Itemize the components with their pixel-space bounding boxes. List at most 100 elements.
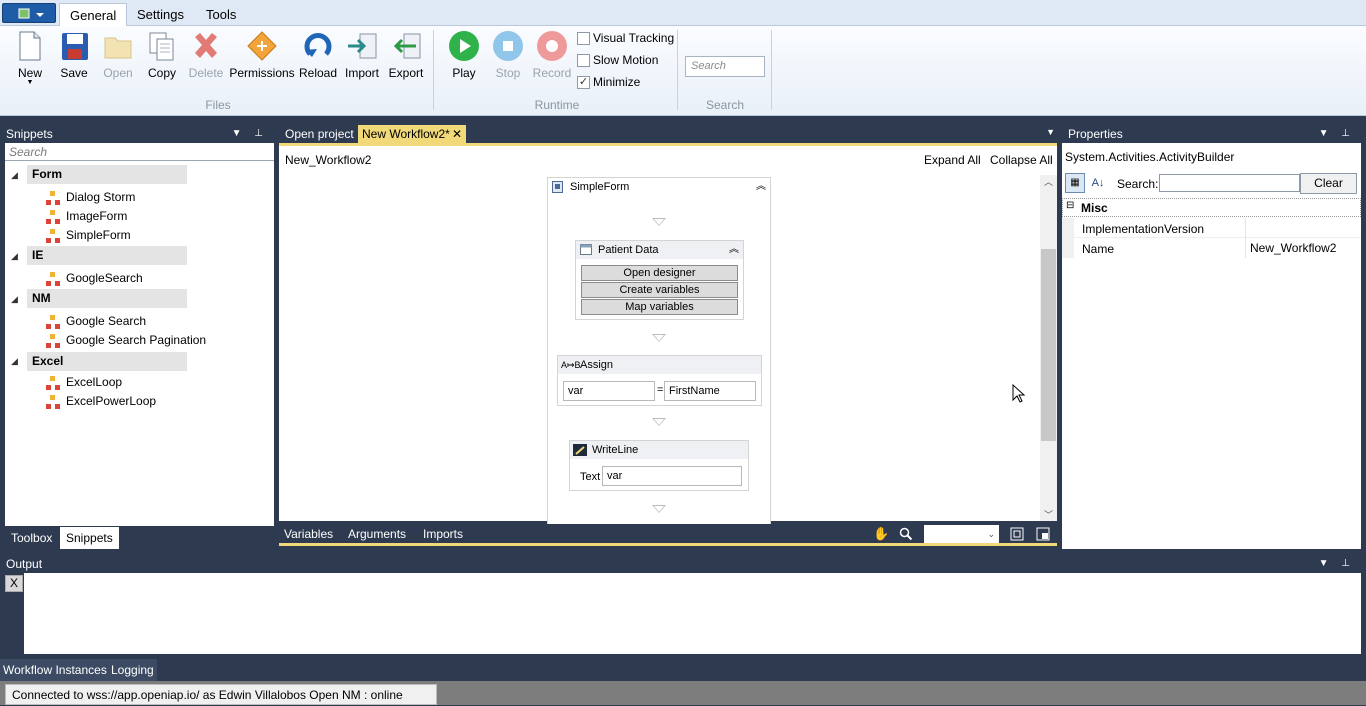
form-activity[interactable]: Patient Data ︽ Open designer Create vari… [575, 240, 744, 320]
ribbon-separator [771, 30, 772, 110]
ribbon-search-input[interactable]: Search [685, 56, 765, 77]
tab-overflow-icon[interactable]: ▼ [1046, 127, 1055, 137]
variables-tab[interactable]: Variables [284, 527, 333, 541]
group-label-files: Files [205, 98, 231, 112]
expand-triangle-icon[interactable]: ◢ [11, 356, 18, 367]
name-value-field[interactable]: New_Workflow2 [1250, 241, 1336, 255]
folder-icon [104, 37, 132, 59]
category-form[interactable]: Form [27, 165, 187, 184]
snippet-item[interactable]: ImageForm [46, 207, 127, 225]
drop-arrow-icon [652, 505, 666, 513]
tab-workflow-instances[interactable]: Workflow Instances [0, 659, 110, 681]
application-menu-button[interactable] [2, 3, 56, 23]
play-button[interactable]: Play [442, 30, 486, 80]
open-button[interactable]: Open [96, 30, 140, 80]
properties-search-input[interactable] [1159, 174, 1300, 192]
assign-equals: = [657, 384, 664, 396]
tab-logging[interactable]: Logging [108, 659, 157, 681]
copy-button[interactable]: Copy [140, 30, 184, 80]
zoom-magnifier-icon[interactable] [899, 527, 913, 541]
imports-tab[interactable]: Imports [423, 527, 463, 541]
clear-button[interactable]: Clear [1300, 173, 1357, 194]
fit-to-screen-icon[interactable] [1010, 527, 1024, 541]
zoom-select[interactable]: ⌄ [924, 525, 999, 543]
ribbon-separator [433, 30, 434, 110]
tab-new-workflow2[interactable]: New Workflow2* ✕ [358, 125, 466, 143]
collapse-chevron-icon[interactable]: ︽ [729, 241, 739, 259]
overview-map-icon[interactable] [1036, 527, 1050, 541]
delete-button[interactable]: Delete [184, 30, 228, 80]
writeline-icon [573, 444, 587, 456]
permissions-button[interactable]: Permissions [229, 30, 295, 80]
collapse-section-icon[interactable]: ⊟ [1066, 200, 1074, 211]
arguments-tab[interactable]: Arguments [348, 527, 406, 541]
misc-section-header[interactable]: ⊟ Misc [1062, 198, 1361, 217]
tab-tools[interactable]: Tools [196, 3, 246, 26]
expand-triangle-icon[interactable]: ◢ [11, 251, 18, 262]
snippet-item[interactable]: Google Search Pagination [46, 331, 206, 349]
clear-output-button[interactable]: X [5, 575, 23, 592]
dropdown-arrow-icon: ▼ [26, 79, 34, 86]
property-row[interactable]: Name New_Workflow2 [1074, 238, 1361, 258]
group-label-runtime: Runtime [534, 98, 580, 112]
category-ie[interactable]: IE [27, 246, 187, 265]
assign-activity[interactable]: A↦B Assign var = FirstName [557, 355, 762, 406]
panel-menu-pin-icon[interactable]: ▼ ⊥ [232, 125, 268, 143]
map-variables-button[interactable]: Map variables [581, 299, 738, 315]
alphabetical-sort-icon[interactable]: A↓ [1088, 173, 1108, 193]
expand-triangle-icon[interactable]: ◢ [11, 294, 18, 305]
create-variables-button[interactable]: Create variables [581, 282, 738, 298]
scroll-up-icon[interactable]: ︿ [1044, 175, 1053, 188]
record-button[interactable]: Record [530, 30, 574, 80]
designer-tab-bar: Open project New Workflow2* ✕ ▼ [280, 125, 1057, 143]
stop-button[interactable]: Stop [486, 30, 530, 80]
tab-snippets[interactable]: Snippets [60, 527, 119, 549]
snippet-item[interactable]: GoogleSearch [46, 269, 143, 287]
writeline-text-label: Text [580, 471, 601, 483]
expand-all-link[interactable]: Expand All [924, 153, 981, 167]
snippet-item[interactable]: ExcelLoop [46, 373, 122, 391]
snippet-item[interactable]: ExcelPowerLoop [46, 392, 156, 410]
panel-menu-pin-icon[interactable]: ▼ ⊥ [1319, 125, 1355, 143]
workflow-icon [46, 333, 60, 348]
writeline-activity[interactable]: WriteLine Text var [569, 440, 749, 491]
minimize-checkbox[interactable]: ✓ Minimize [577, 73, 687, 91]
import-button[interactable]: Import [340, 30, 384, 80]
open-designer-button[interactable]: Open designer [581, 265, 738, 281]
snippet-item[interactable]: SimpleForm [46, 226, 131, 244]
tab-settings[interactable]: Settings [127, 3, 194, 26]
play-icon [449, 31, 479, 61]
reload-button[interactable]: Reload [296, 30, 340, 80]
export-button[interactable]: Export [384, 30, 428, 80]
new-button[interactable]: New ▼ [8, 30, 52, 86]
workflow-icon [46, 190, 60, 205]
collapse-all-link[interactable]: Collapse All [990, 153, 1053, 167]
visual-tracking-checkbox[interactable]: Visual Tracking [577, 29, 687, 47]
close-icon[interactable]: ✕ [452, 125, 462, 143]
scroll-down-icon[interactable]: ﹀ [1044, 508, 1053, 521]
writeline-text-field[interactable]: var [602, 466, 742, 486]
panel-menu-pin-icon[interactable]: ▼ ⊥ [1319, 555, 1355, 573]
scrollbar-thumb[interactable] [1041, 249, 1056, 441]
workflow-canvas[interactable]: SimpleForm ︽ Patient Data ︽ Open designe… [279, 173, 1057, 527]
assign-to-field[interactable]: var [563, 381, 655, 401]
output-text-area[interactable] [24, 573, 1361, 654]
save-button[interactable]: Save [52, 30, 96, 80]
categorized-view-icon[interactable]: ▦ [1065, 173, 1085, 193]
properties-search-label: Search: [1117, 177, 1159, 191]
pan-hand-icon[interactable]: ✋ [873, 526, 889, 542]
snippets-search-input[interactable]: Search [5, 143, 274, 161]
tab-toolbox[interactable]: Toolbox [5, 527, 58, 549]
tab-open-project[interactable]: Open project [281, 125, 358, 143]
tab-general[interactable]: General [59, 3, 128, 26]
expand-triangle-icon[interactable]: ◢ [11, 170, 18, 181]
property-row[interactable]: ImplementationVersion [1074, 218, 1361, 238]
slow-motion-checkbox[interactable]: Slow Motion [577, 51, 687, 69]
category-nm[interactable]: NM [27, 289, 187, 308]
sequence-header: SimpleForm ︽ [548, 178, 770, 196]
category-excel[interactable]: Excel [27, 352, 187, 371]
collapse-chevron-icon[interactable]: ︽ [756, 178, 766, 196]
assign-value-field[interactable]: FirstName [664, 381, 756, 401]
snippet-item[interactable]: Google Search [46, 312, 146, 330]
snippet-item[interactable]: Dialog Storm [46, 188, 135, 206]
